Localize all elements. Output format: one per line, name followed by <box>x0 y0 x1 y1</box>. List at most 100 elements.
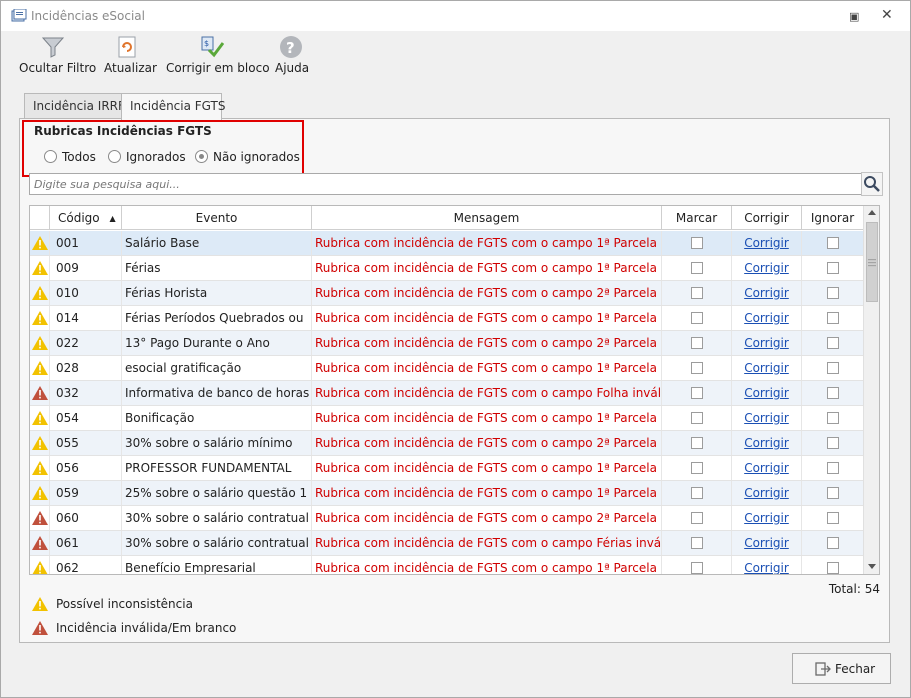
cell-fix: Corrigir <box>732 456 802 480</box>
scroll-down-icon[interactable] <box>868 564 876 569</box>
fix-link[interactable]: Corrigir <box>744 436 789 450</box>
fix-link[interactable]: Corrigir <box>744 236 789 250</box>
ignore-checkbox[interactable] <box>826 537 839 549</box>
mark-checkbox[interactable] <box>690 287 703 299</box>
radio-ignored-circle[interactable] <box>108 150 121 163</box>
fix-link[interactable]: Corrigir <box>744 311 789 325</box>
ignore-checkbox[interactable] <box>826 362 839 374</box>
table-row[interactable]: 014 Férias Períodos Quebrados ou Rubrica c… <box>30 306 863 331</box>
mark-checkbox[interactable] <box>690 437 703 449</box>
fix-link[interactable]: Corrigir <box>744 261 789 275</box>
cell-mark <box>662 231 732 255</box>
radio-not-ignored[interactable]: Não ignorados <box>195 150 300 166</box>
fix-link[interactable]: Corrigir <box>744 461 789 475</box>
cell-message: Rubrica com incidência de FGTS com o cam… <box>312 406 662 430</box>
table-row[interactable]: 010 Férias Horista Rubrica com incidência … <box>30 281 863 306</box>
header-code[interactable]: Código ▲ <box>50 206 122 230</box>
mark-checkbox[interactable] <box>690 512 703 524</box>
cell-message: Rubrica com incidência de FGTS com o cam… <box>312 231 662 255</box>
cell-ignore <box>802 231 863 255</box>
fix-link[interactable]: Corrigir <box>744 411 789 425</box>
radio-not-ignored-circle[interactable] <box>195 150 208 163</box>
fix-link[interactable]: Corrigir <box>744 286 789 300</box>
fix-link[interactable]: Corrigir <box>744 511 789 525</box>
ignore-checkbox[interactable] <box>826 287 839 299</box>
table-row[interactable]: 028 esocial gratificação Rubrica com incid… <box>30 356 863 381</box>
ignore-checkbox[interactable] <box>826 562 839 574</box>
vertical-scrollbar[interactable]: ― ― ― <box>863 206 879 574</box>
restore-icon[interactable]: ▣ <box>849 10 861 23</box>
header-mark[interactable]: Marcar <box>662 206 732 230</box>
ignore-checkbox[interactable] <box>826 512 839 524</box>
cell-message: Rubrica com incidência de FGTS com o cam… <box>312 381 662 405</box>
ignore-checkbox[interactable] <box>826 487 839 499</box>
mark-checkbox[interactable] <box>690 487 703 499</box>
header-ignore[interactable]: Ignorar <box>802 206 863 230</box>
table-row[interactable]: 009 Férias Rubrica com incidência de FGTS … <box>30 256 863 281</box>
radio-all-circle[interactable] <box>44 150 57 163</box>
fix-link[interactable]: Corrigir <box>744 536 789 550</box>
table-row[interactable]: 061 30% sobre o salário contratual Rubrica… <box>30 531 863 556</box>
table-row[interactable]: 060 30% sobre o salário contratual Rubrica… <box>30 506 863 531</box>
close-icon[interactable]: ✕ <box>881 7 893 23</box>
table-row[interactable]: 055 30% sobre o salário mínimo Rubrica com… <box>30 431 863 456</box>
mark-checkbox[interactable] <box>690 562 703 574</box>
table-row[interactable]: 054 Bonificação Rubrica com incidência de … <box>30 406 863 431</box>
cell-event: 25% sobre o salário questão 1 <box>122 481 312 505</box>
mark-checkbox[interactable] <box>690 237 703 249</box>
table-row[interactable]: 032 Informativa de banco de horas Rubrica … <box>30 381 863 406</box>
cell-mark <box>662 256 732 280</box>
fix-link[interactable]: Corrigir <box>744 561 789 574</box>
header-event[interactable]: Evento <box>122 206 312 230</box>
bulk-fix-button[interactable]: $ Corrigir em bloco <box>166 31 270 79</box>
cell-ignore <box>802 381 863 405</box>
ignore-checkbox[interactable] <box>826 312 839 324</box>
cell-fix: Corrigir <box>732 531 802 555</box>
ignore-checkbox[interactable] <box>826 437 839 449</box>
header-fix[interactable]: Corrigir <box>732 206 802 230</box>
cell-mark <box>662 281 732 305</box>
table-row[interactable]: 001 Salário Base Rubrica com incidência de… <box>30 231 863 256</box>
help-button[interactable]: ? Ajuda <box>275 31 309 79</box>
cell-fix: Corrigir <box>732 306 802 330</box>
fix-link[interactable]: Corrigir <box>744 486 789 500</box>
fix-link[interactable]: Corrigir <box>744 336 789 350</box>
mark-checkbox[interactable] <box>690 312 703 324</box>
mark-checkbox[interactable] <box>690 387 703 399</box>
cell-mark <box>662 531 732 555</box>
mark-checkbox[interactable] <box>690 337 703 349</box>
tab-irrf[interactable]: Incidência IRRF <box>24 93 125 119</box>
tab-fgts[interactable]: Incidência FGTS <box>121 93 226 120</box>
table-row[interactable]: 056 PROFESSOR FUNDAMENTAL Rubrica com inci… <box>30 456 863 481</box>
hide-filter-button[interactable]: Ocultar Filtro <box>19 31 96 79</box>
search-icon[interactable] <box>861 172 883 196</box>
fix-link[interactable]: Corrigir <box>744 361 789 375</box>
warning-icon <box>32 561 48 574</box>
ignore-checkbox[interactable] <box>826 387 839 399</box>
mark-checkbox[interactable] <box>690 537 703 549</box>
ignore-checkbox[interactable] <box>826 462 839 474</box>
table-row[interactable]: 022 13° Pago Durante o Ano Rubrica com inc… <box>30 331 863 356</box>
ignore-checkbox[interactable] <box>826 412 839 424</box>
ignore-checkbox[interactable] <box>826 262 839 274</box>
radio-ignored[interactable]: Ignorados <box>108 150 186 166</box>
mark-checkbox[interactable] <box>690 262 703 274</box>
warning-icon <box>32 336 48 350</box>
fix-link[interactable]: Corrigir <box>744 386 789 400</box>
header-icon-col <box>30 206 50 230</box>
close-button[interactable]: Fechar <box>792 653 891 684</box>
scroll-up-icon[interactable] <box>868 210 876 215</box>
ignore-checkbox[interactable] <box>826 337 839 349</box>
search-input[interactable] <box>30 174 850 194</box>
table-row[interactable]: 062 Benefício Empresarial Rubrica com inci… <box>30 556 863 574</box>
header-message[interactable]: Mensagem <box>312 206 662 230</box>
cell-event: PROFESSOR FUNDAMENTAL <box>122 456 312 480</box>
table-row[interactable]: 059 25% sobre o salário questão 1 Rubrica … <box>30 481 863 506</box>
fgts-panel: Rubricas Incidências FGTS Todos Ignorado… <box>19 118 890 643</box>
mark-checkbox[interactable] <box>690 462 703 474</box>
refresh-button[interactable]: Atualizar <box>104 31 157 79</box>
mark-checkbox[interactable] <box>690 362 703 374</box>
radio-all[interactable]: Todos <box>44 150 96 166</box>
ignore-checkbox[interactable] <box>826 237 839 249</box>
mark-checkbox[interactable] <box>690 412 703 424</box>
